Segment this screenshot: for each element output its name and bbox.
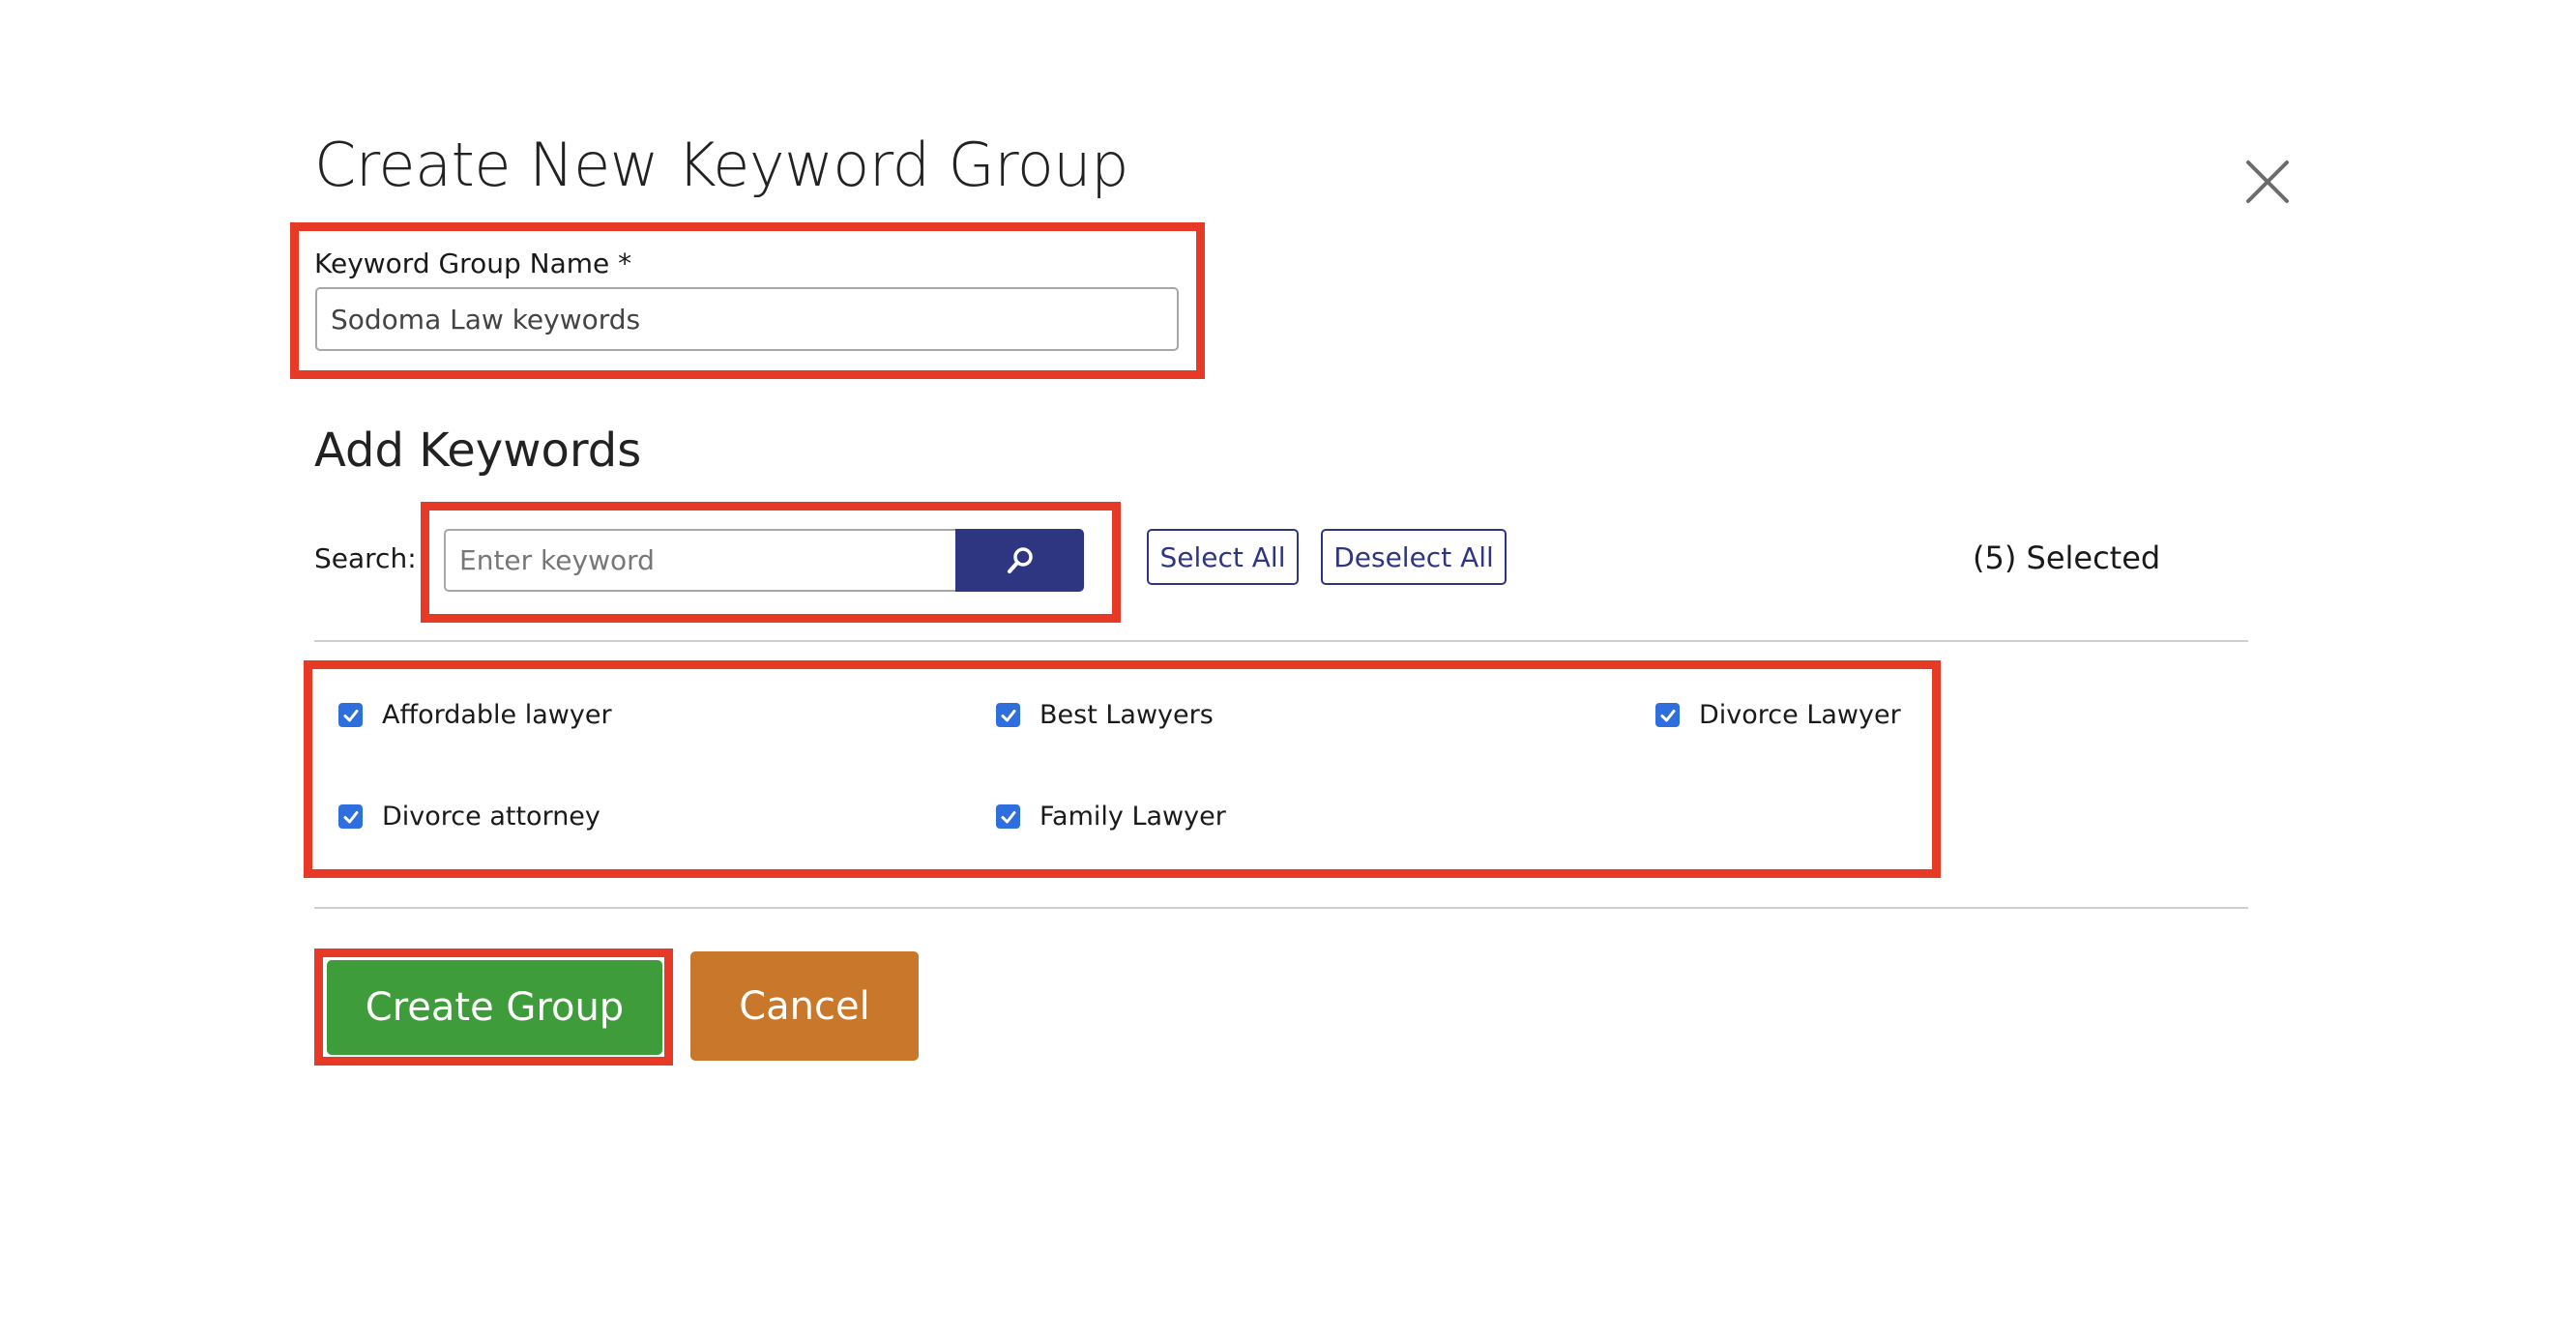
divider-top <box>314 640 2248 642</box>
checkbox[interactable] <box>996 804 1020 829</box>
group-name-label: Keyword Group Name * <box>314 248 632 279</box>
search-label: Search: <box>314 542 417 574</box>
keyword-item[interactable]: Affordable lawyer <box>338 700 612 730</box>
keyword-label: Family Lawyer <box>1039 802 1226 832</box>
keyword-item[interactable]: Best Lawyers <box>996 700 1214 730</box>
keyword-label: Affordable lawyer <box>382 700 612 730</box>
search-icon <box>1004 544 1037 577</box>
keyword-item[interactable]: Divorce attorney <box>338 802 600 832</box>
search-input[interactable] <box>444 529 956 592</box>
checkbox[interactable] <box>996 703 1020 727</box>
cancel-button[interactable]: Cancel <box>690 951 919 1061</box>
close-icon[interactable] <box>2245 160 2290 204</box>
checkbox[interactable] <box>1655 703 1680 727</box>
search-button[interactable] <box>955 529 1084 592</box>
keyword-label: Divorce attorney <box>382 802 600 832</box>
checkbox[interactable] <box>338 804 363 829</box>
divider-bottom <box>314 907 2248 909</box>
keyword-item[interactable]: Family Lawyer <box>996 802 1226 832</box>
keywords-highlight <box>304 660 1941 878</box>
checkbox[interactable] <box>338 703 363 727</box>
group-name-input[interactable] <box>315 287 1179 351</box>
deselect-all-button[interactable]: Deselect All <box>1321 529 1507 585</box>
select-all-button[interactable]: Select All <box>1147 529 1299 585</box>
keyword-label: Best Lawyers <box>1039 700 1214 730</box>
selected-count: (5) Selected <box>1973 540 2161 576</box>
keyword-label: Divorce Lawyer <box>1699 700 1901 730</box>
modal-title: Create New Keyword Group <box>314 130 1128 200</box>
add-keywords-heading: Add Keywords <box>314 423 642 478</box>
create-group-button[interactable]: Create Group <box>327 960 662 1055</box>
keyword-item[interactable]: Divorce Lawyer <box>1655 700 1901 730</box>
